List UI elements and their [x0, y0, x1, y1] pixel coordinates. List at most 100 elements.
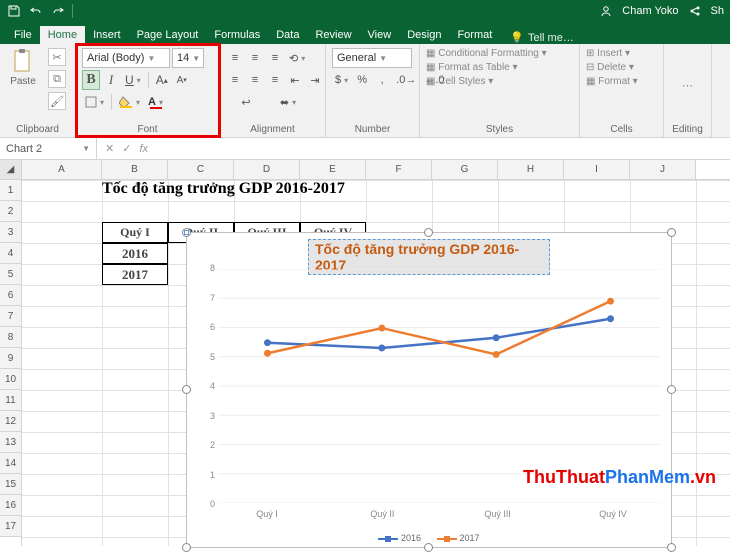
- currency-icon[interactable]: $▾: [332, 70, 351, 90]
- row-header[interactable]: 16: [0, 495, 21, 516]
- underline-button[interactable]: U▾: [122, 70, 144, 90]
- col-header[interactable]: G: [432, 160, 498, 179]
- row-header[interactable]: 13: [0, 432, 21, 453]
- col-header[interactable]: I: [564, 160, 630, 179]
- chart-object[interactable]: Tốc độ tăng trưởng GDP 2016-2017 0123456…: [186, 232, 672, 548]
- name-box[interactable]: Chart 2▼: [0, 138, 97, 159]
- row-header[interactable]: 8: [0, 327, 21, 348]
- inc-decimal-icon[interactable]: .0→: [393, 70, 419, 90]
- save-icon[interactable]: [4, 0, 24, 22]
- col-header[interactable]: C: [168, 160, 234, 179]
- format-as-table-button[interactable]: ▦ Format as Table ▾: [426, 62, 518, 73]
- row-header[interactable]: 3: [0, 222, 21, 243]
- number-format-combo[interactable]: General▼: [332, 48, 412, 68]
- cell-styles-button[interactable]: ▦ Cell Styles ▾: [426, 76, 493, 87]
- orientation-icon[interactable]: ⟲▾: [286, 48, 308, 68]
- fill-color-button[interactable]: ▾: [116, 92, 143, 112]
- resize-handle[interactable]: [667, 543, 676, 552]
- tab-insert[interactable]: Insert: [85, 26, 129, 44]
- align-left-icon[interactable]: ≡: [226, 70, 244, 90]
- cut-icon[interactable]: ✂: [48, 48, 66, 66]
- col-header[interactable]: H: [498, 160, 564, 179]
- col-header[interactable]: A: [22, 160, 102, 179]
- format-painter-icon[interactable]: 🖌: [48, 92, 66, 110]
- align-right-icon[interactable]: ≡: [266, 70, 284, 90]
- row-header[interactable]: 14: [0, 453, 21, 474]
- delete-cells-button[interactable]: ⊟ Delete ▾: [586, 62, 634, 73]
- row-header[interactable]: 10: [0, 369, 21, 390]
- copy-icon[interactable]: ⧉: [48, 70, 66, 88]
- resize-handle[interactable]: [424, 543, 433, 552]
- font-color-button[interactable]: A▾: [145, 92, 166, 112]
- bulb-icon: 💡: [510, 31, 524, 44]
- user-name: Cham Yoko: [622, 5, 678, 17]
- undo-icon[interactable]: [26, 0, 46, 22]
- row-header[interactable]: 15: [0, 474, 21, 495]
- row-header[interactable]: 4: [0, 243, 21, 264]
- tab-file[interactable]: File: [6, 26, 40, 44]
- row-header[interactable]: 6: [0, 285, 21, 306]
- wrap-text-icon[interactable]: ↩: [226, 92, 266, 112]
- indent-inc-icon[interactable]: ⇥: [306, 70, 324, 90]
- col-header[interactable]: B: [102, 160, 168, 179]
- tab-page-layout[interactable]: Page Layout: [129, 26, 207, 44]
- col-header[interactable]: J: [630, 160, 696, 179]
- col-header[interactable]: F: [366, 160, 432, 179]
- col-header[interactable]: D: [234, 160, 300, 179]
- align-center-icon[interactable]: ≡: [246, 70, 264, 90]
- row-header[interactable]: 12: [0, 411, 21, 432]
- tab-formulas[interactable]: Formulas: [206, 26, 268, 44]
- cancel-icon[interactable]: ✕: [105, 142, 114, 155]
- percent-icon[interactable]: %: [353, 70, 371, 90]
- title-handle[interactable]: [184, 230, 189, 235]
- italic-button[interactable]: I: [102, 70, 120, 90]
- grow-font-button[interactable]: A▴: [153, 70, 171, 90]
- row-header[interactable]: 17: [0, 516, 21, 537]
- row-header[interactable]: 5: [0, 264, 21, 285]
- shrink-font-button[interactable]: A▾: [173, 70, 191, 90]
- comma-icon[interactable]: ,: [373, 70, 391, 90]
- row-header[interactable]: 9: [0, 348, 21, 369]
- row-header[interactable]: 2: [0, 201, 21, 222]
- tab-home[interactable]: Home: [40, 26, 85, 44]
- format-cells-button[interactable]: ▦ Format ▾: [586, 76, 638, 87]
- font-size-combo[interactable]: 14▼: [172, 48, 204, 68]
- indent-dec-icon[interactable]: ⇤: [286, 70, 304, 90]
- enter-icon[interactable]: ✓: [122, 142, 131, 155]
- fx-icon[interactable]: fx: [139, 143, 148, 155]
- font-name-combo[interactable]: Arial (Body)▼: [82, 48, 170, 68]
- resize-handle[interactable]: [424, 228, 433, 237]
- tab-data[interactable]: Data: [268, 26, 307, 44]
- col-header[interactable]: E: [300, 160, 366, 179]
- align-bottom-icon[interactable]: ≡: [266, 48, 284, 68]
- resize-handle[interactable]: [667, 228, 676, 237]
- borders-button[interactable]: ▾: [82, 92, 107, 112]
- tab-review[interactable]: Review: [307, 26, 359, 44]
- align-top-icon[interactable]: ≡: [226, 48, 244, 68]
- redo-icon[interactable]: [48, 0, 68, 22]
- resize-handle[interactable]: [182, 543, 191, 552]
- ribbon-tabs: File Home Insert Page Layout Formulas Da…: [0, 22, 730, 44]
- tab-view[interactable]: View: [360, 26, 400, 44]
- row-header[interactable]: 11: [0, 390, 21, 411]
- row-header[interactable]: 7: [0, 306, 21, 327]
- chart-legend[interactable]: 2016 2017: [187, 533, 671, 543]
- align-middle-icon[interactable]: ≡: [246, 48, 264, 68]
- share-label[interactable]: Sh: [711, 5, 724, 17]
- paste-button[interactable]: Paste: [6, 48, 40, 87]
- group-label: Clipboard: [6, 122, 69, 135]
- resize-handle[interactable]: [667, 385, 676, 394]
- select-all[interactable]: ◢: [0, 160, 21, 180]
- resize-handle[interactable]: [182, 385, 191, 394]
- cells-area[interactable]: Tốc độ tăng trưởng GDP 2016-2017 Quý I Q…: [22, 180, 730, 546]
- merge-icon[interactable]: ⬌▾: [268, 92, 308, 112]
- insert-cells-button[interactable]: ⊞ Insert ▾: [586, 48, 630, 59]
- share-icon[interactable]: [685, 0, 705, 22]
- tab-format[interactable]: Format: [449, 26, 500, 44]
- bold-button[interactable]: B: [82, 70, 100, 90]
- grid[interactable]: ABCDEFGHIJ Tốc độ tăng trưởng GDP 2016-2…: [22, 160, 730, 546]
- tell-me[interactable]: 💡 Tell me…: [510, 31, 574, 44]
- row-header[interactable]: 1: [0, 180, 21, 201]
- tab-design[interactable]: Design: [399, 26, 449, 44]
- conditional-formatting-button[interactable]: ▦ Conditional Formatting ▾: [426, 48, 547, 59]
